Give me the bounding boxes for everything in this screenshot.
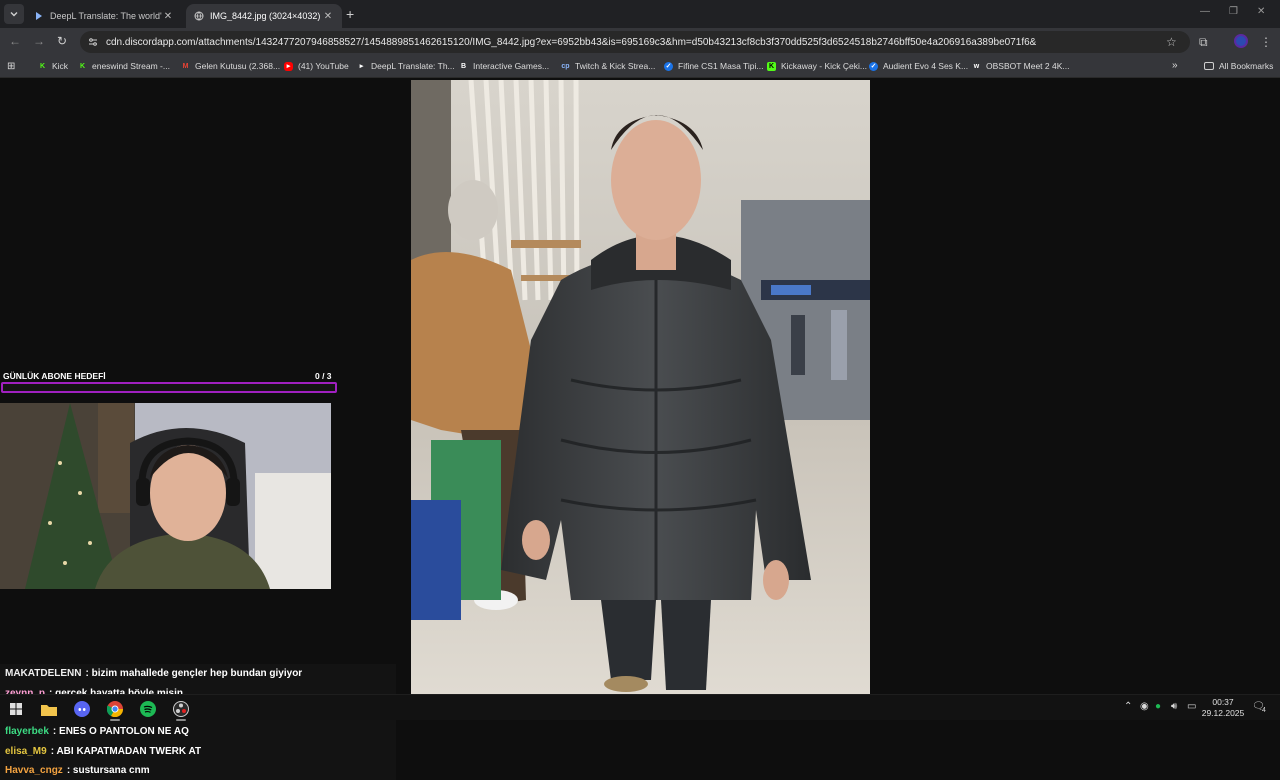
- address-bar[interactable]: cdn.discordapp.com/attachments/143247720…: [80, 31, 1190, 53]
- chat-username[interactable]: elisa_M9: [5, 746, 47, 757]
- tab-title: DeepL Translate: The world's most accura…: [50, 11, 162, 21]
- show-hidden-icons[interactable]: ⌃: [1124, 701, 1132, 712]
- clock-time: 00:37: [1212, 697, 1234, 707]
- youtube-icon: ▸: [284, 61, 293, 71]
- forward-arrow-icon[interactable]: →: [33, 34, 45, 48]
- notification-badge: 4: [1262, 707, 1266, 714]
- minimize-icon[interactable]: —: [1200, 6, 1210, 17]
- webcam-drawing: [0, 403, 331, 589]
- network-icon[interactable]: ▭: [1187, 701, 1196, 712]
- page-content: GÜNLÜK ABONE HEDEFİ 0 / 3 MAKATDELENN : b…: [0, 80, 1280, 780]
- bookmark-item[interactable]: w OBSBOT Meet 2 4K...: [972, 61, 1070, 71]
- chat-message: flayerbek: ENES O PANTOLON NE AQ: [0, 722, 396, 741]
- subgoal-count: 0 / 3: [315, 371, 332, 381]
- taskbar-explorer[interactable]: [38, 698, 60, 720]
- reload-icon[interactable]: ↻: [57, 34, 67, 48]
- obs-icon: [173, 701, 189, 717]
- deepl-icon: [36, 12, 42, 20]
- close-window-icon[interactable]: ✕: [1257, 6, 1265, 17]
- close-icon[interactable]: ✕: [162, 11, 174, 22]
- verified-icon: ✓: [869, 61, 878, 71]
- webcam-overlay: [0, 403, 331, 589]
- taskbar-spotify[interactable]: [137, 698, 159, 720]
- tab-image[interactable]: IMG_8442.jpg (3024×4032) ✕: [186, 4, 342, 28]
- chat-message: elisa_M9: ABI KAPATMADAN TWERK AT: [0, 742, 396, 761]
- kickaway-icon: K: [767, 61, 776, 71]
- mall-photo-drawing: [411, 80, 870, 694]
- folder-icon: [41, 704, 57, 716]
- chat-username[interactable]: flayerbek: [5, 726, 49, 737]
- subgoal-label: GÜNLÜK ABONE HEDEFİ: [3, 371, 106, 381]
- spotify-tray-icon[interactable]: ●: [1155, 701, 1161, 712]
- bookmark-item[interactable]: K Kick: [38, 61, 68, 71]
- discord-icon: [74, 701, 90, 717]
- tab-deepl[interactable]: DeepL Translate: The world's most accura…: [26, 4, 182, 28]
- photo-image: [411, 80, 870, 694]
- tab-search-button[interactable]: [4, 4, 24, 24]
- windows-icon: [10, 703, 22, 715]
- restore-icon[interactable]: ❐: [1229, 6, 1238, 17]
- globe-icon: [194, 11, 204, 21]
- more-bookmarks-icon[interactable]: »: [1172, 60, 1178, 71]
- obsbot-icon: w: [973, 62, 980, 70]
- chat-username[interactable]: MAKATDELENN: [5, 668, 81, 679]
- bookmark-star-icon[interactable]: ☆: [1166, 35, 1177, 49]
- taskbar-obs[interactable]: [170, 698, 192, 721]
- chat-text: : ENES O PANTOLON NE AQ: [52, 726, 189, 738]
- taskbar-chrome[interactable]: [104, 698, 126, 721]
- gmail-icon: M: [182, 62, 189, 70]
- url-text: cdn.discordapp.com/attachments/143247720…: [106, 36, 1037, 48]
- bookmark-item[interactable]: ✓ Audient Evo 4 Ses K...: [869, 61, 968, 71]
- kick-icon: K: [39, 62, 46, 70]
- bookmark-item[interactable]: ▸ DeepL Translate: Th...: [357, 61, 455, 71]
- discord-tray-icon[interactable]: ◉: [1140, 701, 1149, 712]
- profile-avatar[interactable]: [1234, 34, 1248, 48]
- kick-icon: K: [79, 62, 86, 70]
- volume-icon[interactable]: 🔊︎: [1171, 701, 1177, 712]
- chat-message: MAKATDELENN : bizim mahallede gençler hep…: [0, 664, 396, 683]
- folder-icon: [1204, 62, 1214, 70]
- browser-toolbar: ← → ↻ cdn.discordapp.com/attachments/143…: [0, 28, 1280, 56]
- apps-icon[interactable]: ⊞: [7, 61, 15, 72]
- taskbar-discord[interactable]: [71, 698, 93, 720]
- bookmark-item[interactable]: ✓ Fifine CS1 Masa Tipi...: [664, 61, 764, 71]
- system-clock[interactable]: 00:37 29.12.2025: [1200, 697, 1246, 719]
- clock-date: 29.12.2025: [1201, 708, 1245, 718]
- deepl-icon: ▸: [359, 62, 364, 70]
- tab-title: IMG_8442.jpg (3024×4032): [210, 11, 321, 21]
- verified-icon: ✓: [664, 61, 673, 71]
- chevron-down-icon: [10, 12, 18, 17]
- new-tab-button[interactable]: +: [346, 6, 354, 22]
- chat-text: : bizim mahallede gençler hep bundan giy…: [85, 668, 303, 680]
- cp-icon: cp: [561, 62, 570, 70]
- game-icon: B: [460, 62, 467, 70]
- bookmark-item[interactable]: Keneswind Stream -...: [78, 61, 170, 71]
- chat-overlay: MAKATDELENN : bizim mahallede gençler hep…: [0, 664, 396, 780]
- chat-text: : ABI KAPATMADAN TWERK AT: [50, 745, 202, 757]
- chat-username[interactable]: Havva_cngz: [5, 765, 63, 776]
- bookmark-item[interactable]: K Kickaway - Kick Çeki...: [767, 61, 867, 71]
- spotify-icon: [140, 701, 156, 717]
- subgoal-progress-bar: [1, 382, 337, 393]
- bookmark-item[interactable]: B Interactive Games...: [459, 61, 549, 71]
- all-bookmarks-button[interactable]: All Bookmarks: [1204, 61, 1273, 71]
- extensions-icon[interactable]: ⧉: [1199, 35, 1208, 50]
- chat-text: : sustursana cnm: [66, 765, 150, 777]
- tab-strip: DeepL Translate: The world's most accura…: [0, 0, 1280, 28]
- bookmark-item[interactable]: M Gelen Kutusu (2.368...: [181, 61, 280, 71]
- bookmarks-bar: ⊞ K Kick Keneswind Stream -... M Gelen Kut…: [0, 56, 1280, 78]
- close-icon[interactable]: ✕: [322, 11, 334, 22]
- chrome-icon: [107, 701, 123, 717]
- bookmark-item[interactable]: ▸ (41) YouTube: [284, 61, 349, 71]
- site-info-icon[interactable]: [88, 37, 98, 47]
- start-button[interactable]: [5, 698, 27, 720]
- back-arrow-icon[interactable]: ←: [9, 34, 21, 48]
- taskbar: ⌃ ◉ ● 🔊︎ ▭ 00:37 29.12.2025 🗨︎ 4: [0, 694, 1280, 721]
- menu-icon[interactable]: ⋮: [1260, 35, 1272, 49]
- bookmark-item[interactable]: cp Twitch & Kick Strea...: [561, 61, 655, 71]
- chat-message: Havva_cngz: sustursana cnm: [0, 761, 396, 780]
